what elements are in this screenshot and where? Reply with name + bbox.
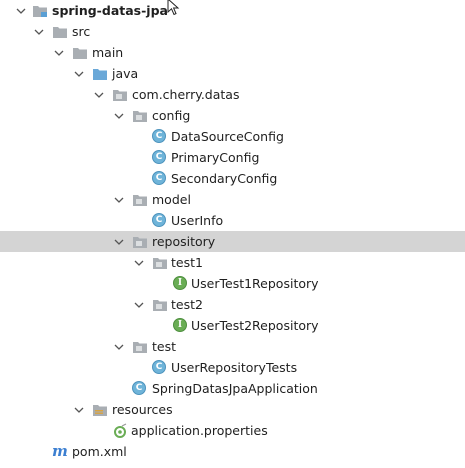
tree-node-label: UserRepositoryTests [171,360,298,375]
tree-node-label: test1 [171,255,203,270]
chevron-down-icon[interactable] [112,336,126,357]
folder-icon [72,45,88,61]
tree-node-label: DataSourceConfig [171,129,284,144]
tree-node-test[interactable]: test [0,336,465,357]
chevron-down-icon[interactable] [112,105,126,126]
tree-node-class[interactable]: C SecondaryConfig [0,168,465,189]
package-icon [132,108,148,124]
tree-node-label: PrimaryConfig [171,150,260,165]
package-icon [132,192,148,208]
properties-file-icon [112,423,128,439]
package-icon [112,87,128,103]
tree-node-interface[interactable]: I UserTest1Repository [0,273,465,294]
resources-folder-icon [92,402,108,418]
tree-node-label: src [72,24,91,39]
tree-node-test1[interactable]: test1 [0,252,465,273]
chevron-down-icon[interactable] [92,84,106,105]
tree-node-main[interactable]: main [0,42,465,63]
tree-node-class[interactable]: C DataSourceConfig [0,126,465,147]
tree-node-repository[interactable]: repository [0,231,465,252]
tree-node-label: pom.xml [72,444,127,459]
tree-node-class[interactable]: C PrimaryConfig [0,147,465,168]
tree-node-package[interactable]: com.cherry.datas [0,84,465,105]
tree-node-properties-file[interactable]: application.properties [0,420,465,441]
test-class-icon: C [152,360,168,376]
tree-node-resources[interactable]: resources [0,399,465,420]
maven-icon: m [52,442,68,460]
tree-node-label: resources [112,402,173,417]
tree-node-src[interactable]: src [0,21,465,42]
tree-node-model[interactable]: model [0,189,465,210]
tree-node-interface[interactable]: I UserTest2Repository [0,315,465,336]
tree-node-label: test2 [171,297,203,312]
package-icon [132,339,148,355]
tree-node-class[interactable]: C UserInfo [0,210,465,231]
tree-node-label: java [112,66,139,81]
tree-node-label: spring-datas-jpa [52,3,168,18]
chevron-down-icon[interactable] [32,21,46,42]
class-icon: C [152,150,168,166]
class-icon: C [152,171,168,187]
module-folder-icon [32,3,48,19]
class-icon: C [152,129,168,145]
chevron-down-icon[interactable] [72,63,86,84]
source-folder-icon [92,66,108,82]
tree-node-pom[interactable]: m pom.xml [0,441,465,462]
tree-node-label: UserTest1Repository [191,276,319,291]
tree-node-test-class[interactable]: C UserRepositoryTests [0,357,465,378]
tree-node-java[interactable]: java [0,63,465,84]
tree-node-label: SpringDatasJpaApplication [152,381,318,396]
chevron-down-icon[interactable] [132,294,146,315]
folder-icon [52,24,68,40]
chevron-down-icon[interactable] [132,252,146,273]
spring-boot-class-icon: C [132,381,148,397]
class-icon: C [152,213,168,229]
tree-node-application-class[interactable]: C SpringDatasJpaApplication [0,378,465,399]
interface-icon: I [173,318,189,334]
tree-node-label: UserInfo [171,213,224,228]
chevron-down-icon[interactable] [112,231,126,252]
tree-node-label: repository [152,234,216,249]
tree-node-label: application.properties [131,423,268,438]
tree-node-label: config [152,108,191,123]
tree-node-root[interactable]: spring-datas-jpa [0,0,465,21]
chevron-down-icon[interactable] [112,189,126,210]
tree-node-label: test [152,339,177,354]
tree-node-config[interactable]: config [0,105,465,126]
chevron-down-icon[interactable] [72,399,86,420]
tree-node-label: main [92,45,124,60]
tree-node-test2[interactable]: test2 [0,294,465,315]
package-icon [132,234,148,250]
tree-node-label: SecondaryConfig [171,171,278,186]
interface-icon: I [173,276,189,292]
tree-node-label: com.cherry.datas [132,87,240,102]
chevron-down-icon[interactable] [52,42,66,63]
tree-node-label: UserTest2Repository [191,318,319,333]
chevron-down-icon[interactable] [14,0,28,21]
tree-node-label: model [152,192,191,207]
package-icon [152,297,168,313]
package-icon [152,255,168,271]
